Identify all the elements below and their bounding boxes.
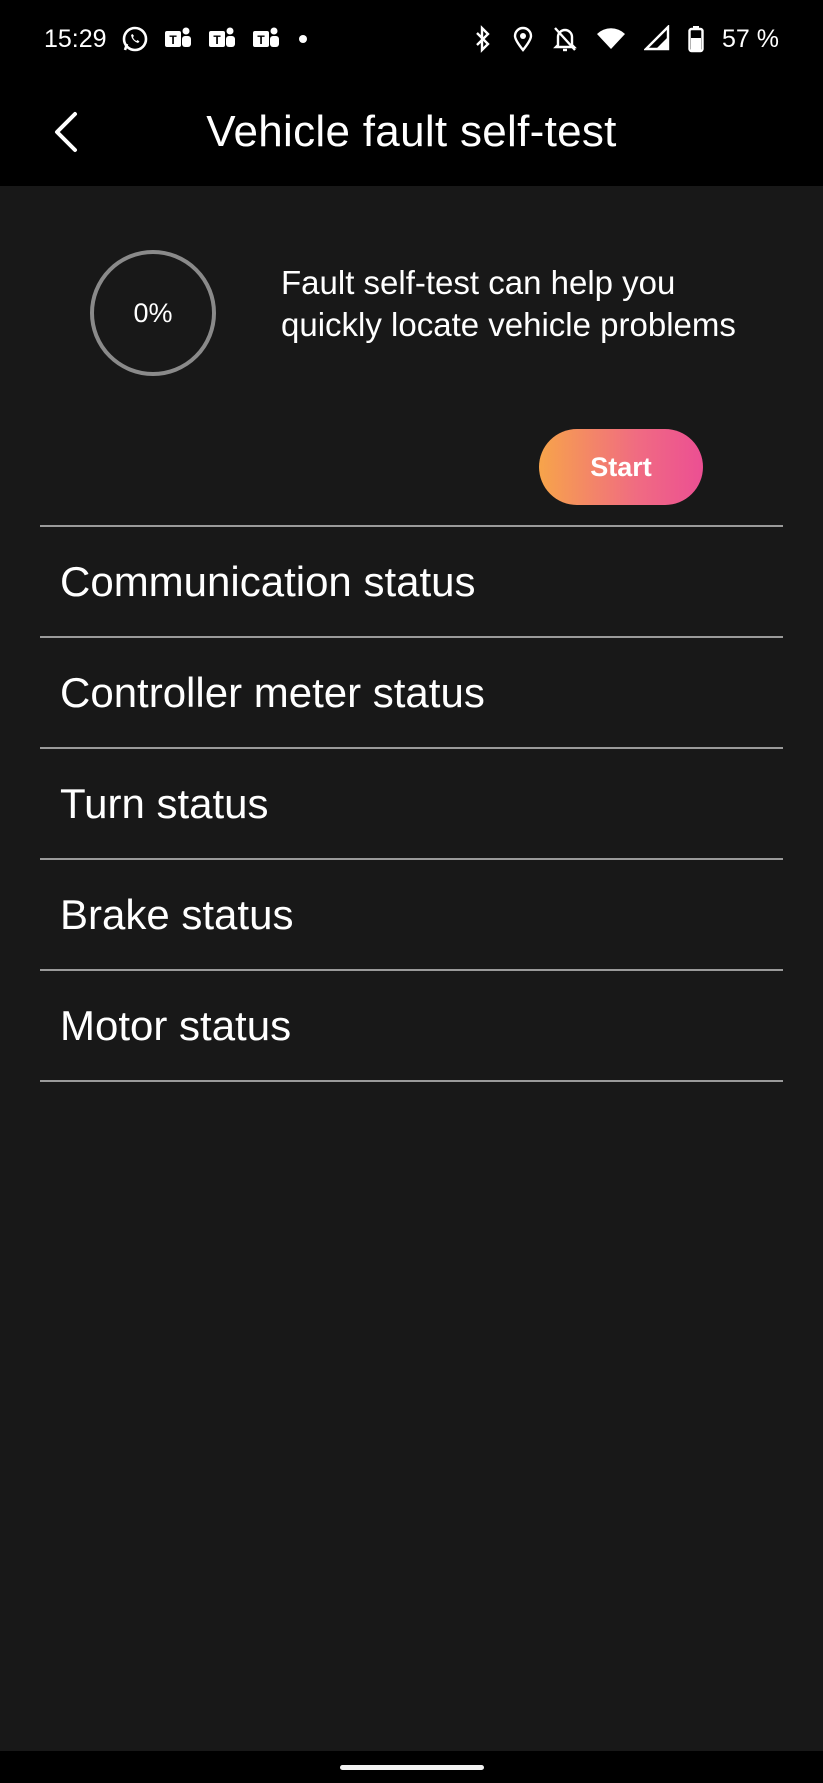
- home-handle[interactable]: [340, 1765, 484, 1770]
- status-time: 15:29: [44, 24, 107, 53]
- status-item-motor[interactable]: Motor status: [40, 971, 783, 1082]
- status-item-label: Communication status: [60, 557, 476, 605]
- start-button[interactable]: Start: [539, 429, 703, 505]
- chevron-left-icon: [51, 110, 81, 154]
- teams-icon: T: [163, 25, 193, 53]
- svg-text:T: T: [213, 33, 221, 47]
- screen: 15:29 T T T 57 % Vehicle fault self-test…: [0, 0, 823, 1783]
- battery-icon: [688, 25, 704, 53]
- signal-icon: [644, 25, 670, 53]
- status-right: 57 %: [472, 25, 779, 54]
- selftest-description: Fault self-test can help you quickly loc…: [281, 264, 736, 343]
- status-item-label: Turn status: [60, 779, 269, 827]
- status-item-turn[interactable]: Turn status: [40, 749, 783, 860]
- svg-text:T: T: [169, 33, 177, 47]
- teams-icon: T: [207, 25, 237, 53]
- progress-ring: 0%: [90, 250, 216, 376]
- status-item-brake[interactable]: Brake status: [40, 860, 783, 971]
- status-item-label: Brake status: [60, 890, 294, 938]
- bluetooth-icon: [472, 25, 494, 53]
- progress-label: 0%: [133, 297, 173, 328]
- teams-icon: T: [251, 25, 281, 53]
- bell-off-icon: [552, 25, 578, 53]
- status-list: Communication status Controller meter st…: [40, 525, 783, 1082]
- battery-level: 57 %: [722, 24, 779, 53]
- status-item-controller-meter[interactable]: Controller meter status: [40, 638, 783, 749]
- location-icon: [512, 25, 534, 53]
- status-item-communication[interactable]: Communication status: [40, 527, 783, 638]
- nav-bar: [0, 1751, 823, 1783]
- status-item-label: Controller meter status: [60, 668, 485, 716]
- whatsapp-icon: [121, 25, 149, 53]
- wifi-icon: [596, 25, 626, 53]
- status-left: 15:29 T T T: [44, 25, 311, 54]
- page-title: Vehicle fault self-test: [206, 107, 617, 156]
- selftest-panel: 0% Fault self-test can help you quickly …: [0, 186, 823, 526]
- app-bar: Vehicle fault self-test: [0, 78, 823, 186]
- dot-icon: [295, 25, 311, 53]
- svg-text:T: T: [257, 33, 265, 47]
- status-item-label: Motor status: [60, 1001, 292, 1049]
- back-button[interactable]: [38, 104, 94, 160]
- status-bar: 15:29 T T T 57 %: [0, 0, 823, 78]
